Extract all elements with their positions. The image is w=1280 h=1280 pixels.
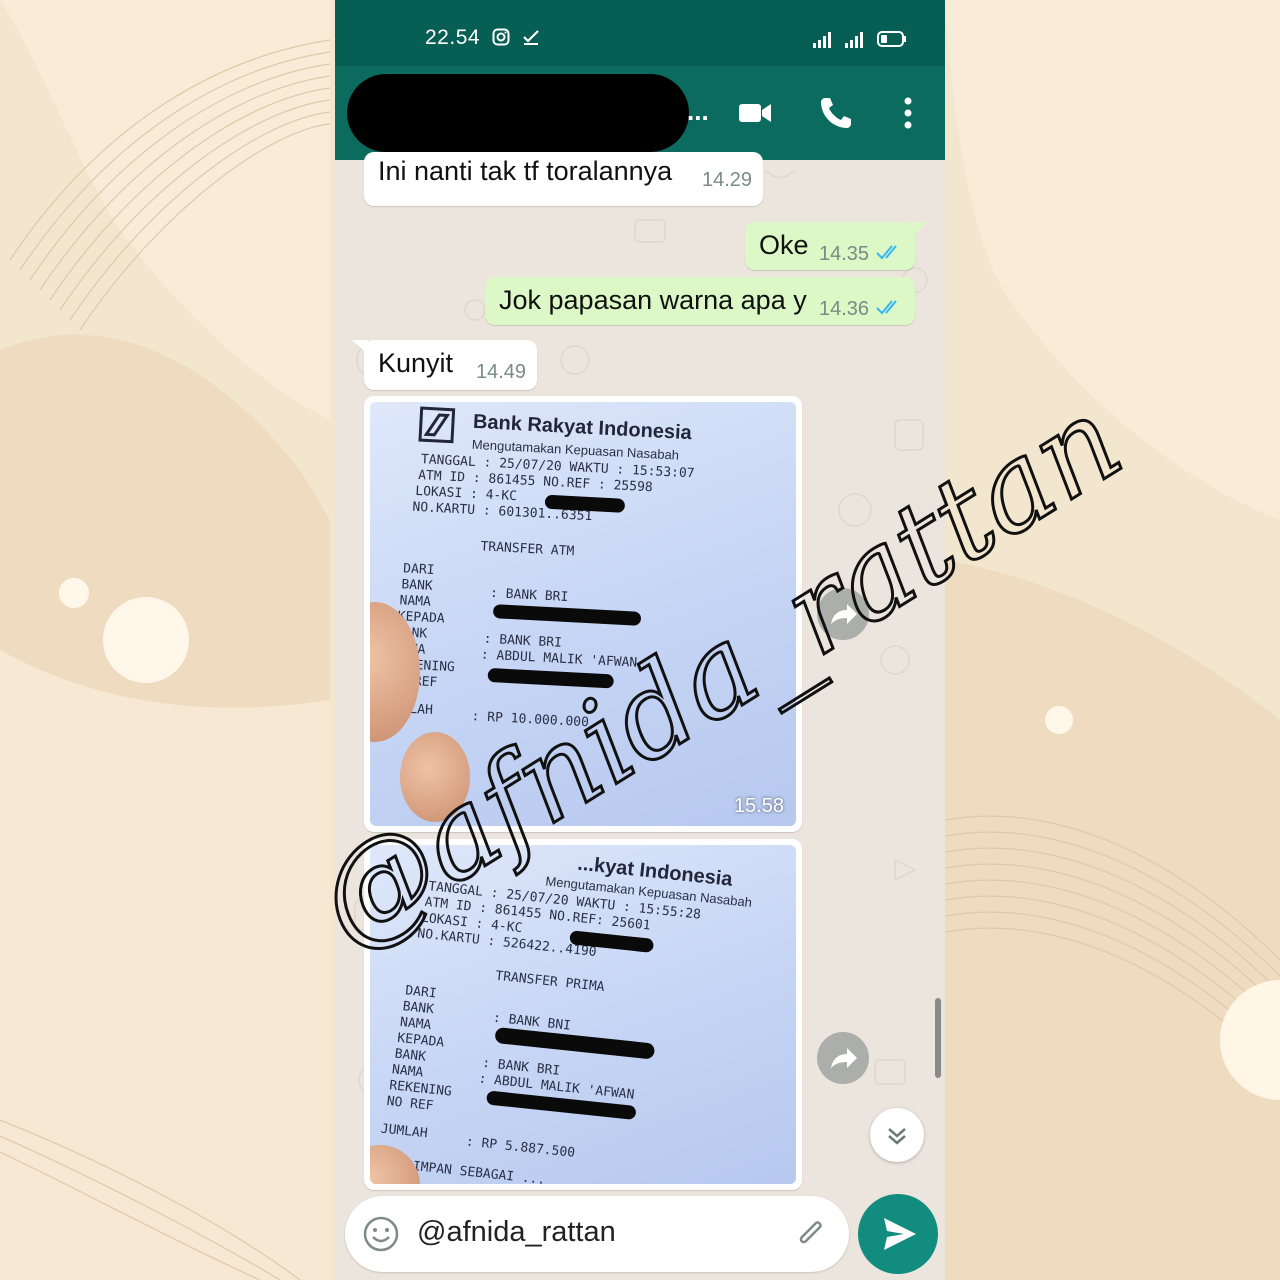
contact-name-redacted[interactable]: [347, 74, 689, 152]
message-time: 14.36: [819, 298, 870, 320]
receipt-transaction-type: TRANSFER PRIMA: [494, 968, 606, 996]
message-bubble-incoming[interactable]: Ini nanti tak tf toralannya 14.29: [364, 152, 763, 206]
message-bubble-outgoing[interactable]: Jok papasan warna apa y 14.36: [485, 277, 915, 325]
scrollbar[interactable]: [935, 998, 941, 1078]
more-options-icon[interactable]: [885, 90, 931, 136]
message-composer: [345, 1196, 849, 1272]
image-message[interactable]: ...kyat Indonesia Mengutamakan Kepuasan …: [364, 839, 802, 1190]
bubble-tail: [913, 222, 927, 236]
message-text: Oke: [759, 230, 809, 260]
signal-icon: [813, 32, 831, 48]
message-time: 14.35: [819, 243, 870, 265]
battery-icon: [877, 31, 906, 47]
status-time: 22.54: [425, 26, 481, 49]
image-message[interactable]: Bank Rakyat Indonesia Mengutamakan Kepua…: [364, 396, 802, 832]
forward-icon: [831, 604, 857, 624]
receipt-label: DARI: [402, 561, 435, 578]
send-button[interactable]: [858, 1194, 938, 1274]
decor-dot: [1045, 706, 1073, 734]
receipt-transaction-type: TRANSFER ATM: [480, 539, 575, 560]
message-time: 14.29: [702, 169, 753, 191]
redaction-mark: [487, 667, 615, 689]
read-receipt-icon: [876, 245, 897, 260]
instagram-icon: [492, 28, 510, 46]
receipt-footer: SIMPAN SEBAGAI ...: [404, 1158, 546, 1184]
bubble-tail: [352, 340, 368, 354]
bri-logo-icon: [418, 406, 456, 444]
phone-call-icon[interactable]: [813, 90, 859, 136]
emoji-icon[interactable]: [361, 1214, 401, 1254]
decor-dot: [59, 578, 89, 608]
scroll-to-bottom-button[interactable]: [870, 1108, 924, 1162]
message-time: 14.49: [476, 361, 527, 383]
message-input[interactable]: [417, 1216, 777, 1249]
forward-button[interactable]: [817, 588, 869, 640]
receipt-value: : RP 10.000.000: [471, 709, 590, 731]
double-chevron-down-icon: [888, 1128, 906, 1145]
receipt-photo[interactable]: ...kyat Indonesia Mengutamakan Kepuasan …: [370, 845, 796, 1184]
decor-dot: [103, 597, 189, 683]
forward-icon: [831, 1048, 857, 1068]
video-call-icon[interactable]: [733, 90, 779, 136]
receipt-label: BANK: [401, 577, 434, 594]
message-text: Kunyit: [378, 348, 454, 378]
message-text: Ini nanti tak tf toralannya: [378, 156, 673, 186]
receipt-value: : RP 5.887.500: [465, 1134, 576, 1161]
receipt-value: : BANK BRI: [489, 585, 569, 606]
message-text: Jok papasan warna apa y: [499, 285, 807, 315]
image-time: 15.58: [733, 795, 784, 817]
receipt-value: : ABDUL MALIK 'AFWAN: [480, 647, 638, 671]
redaction-mark: [492, 604, 642, 626]
download-done-icon: [523, 30, 539, 45]
receipt-photo[interactable]: Bank Rakyat Indonesia Mengutamakan Kepua…: [370, 402, 796, 826]
phone-screen: 22.54 ... Ini nanti tak tf toralannya 14…: [335, 0, 945, 1280]
receipt-label: NAMA: [399, 593, 432, 610]
attach-icon[interactable]: [791, 1214, 831, 1254]
contact-name-suffix: ...: [687, 96, 709, 126]
read-receipt-icon: [876, 300, 897, 315]
signal-icon: [845, 32, 863, 48]
receipt-label: JUMLAH: [380, 1121, 429, 1142]
chat-header: ...: [335, 66, 945, 160]
status-bar: 22.54: [335, 0, 945, 66]
message-bubble-incoming[interactable]: Kunyit 14.49: [364, 340, 537, 390]
forward-button[interactable]: [817, 1032, 869, 1084]
redaction-mark: [494, 1026, 656, 1060]
send-icon: [884, 1218, 916, 1250]
message-bubble-outgoing[interactable]: Oke 14.35: [745, 222, 915, 270]
thumb: [400, 732, 470, 822]
message-list[interactable]: Ini nanti tak tf toralannya 14.29 Oke 14…: [335, 152, 945, 1190]
